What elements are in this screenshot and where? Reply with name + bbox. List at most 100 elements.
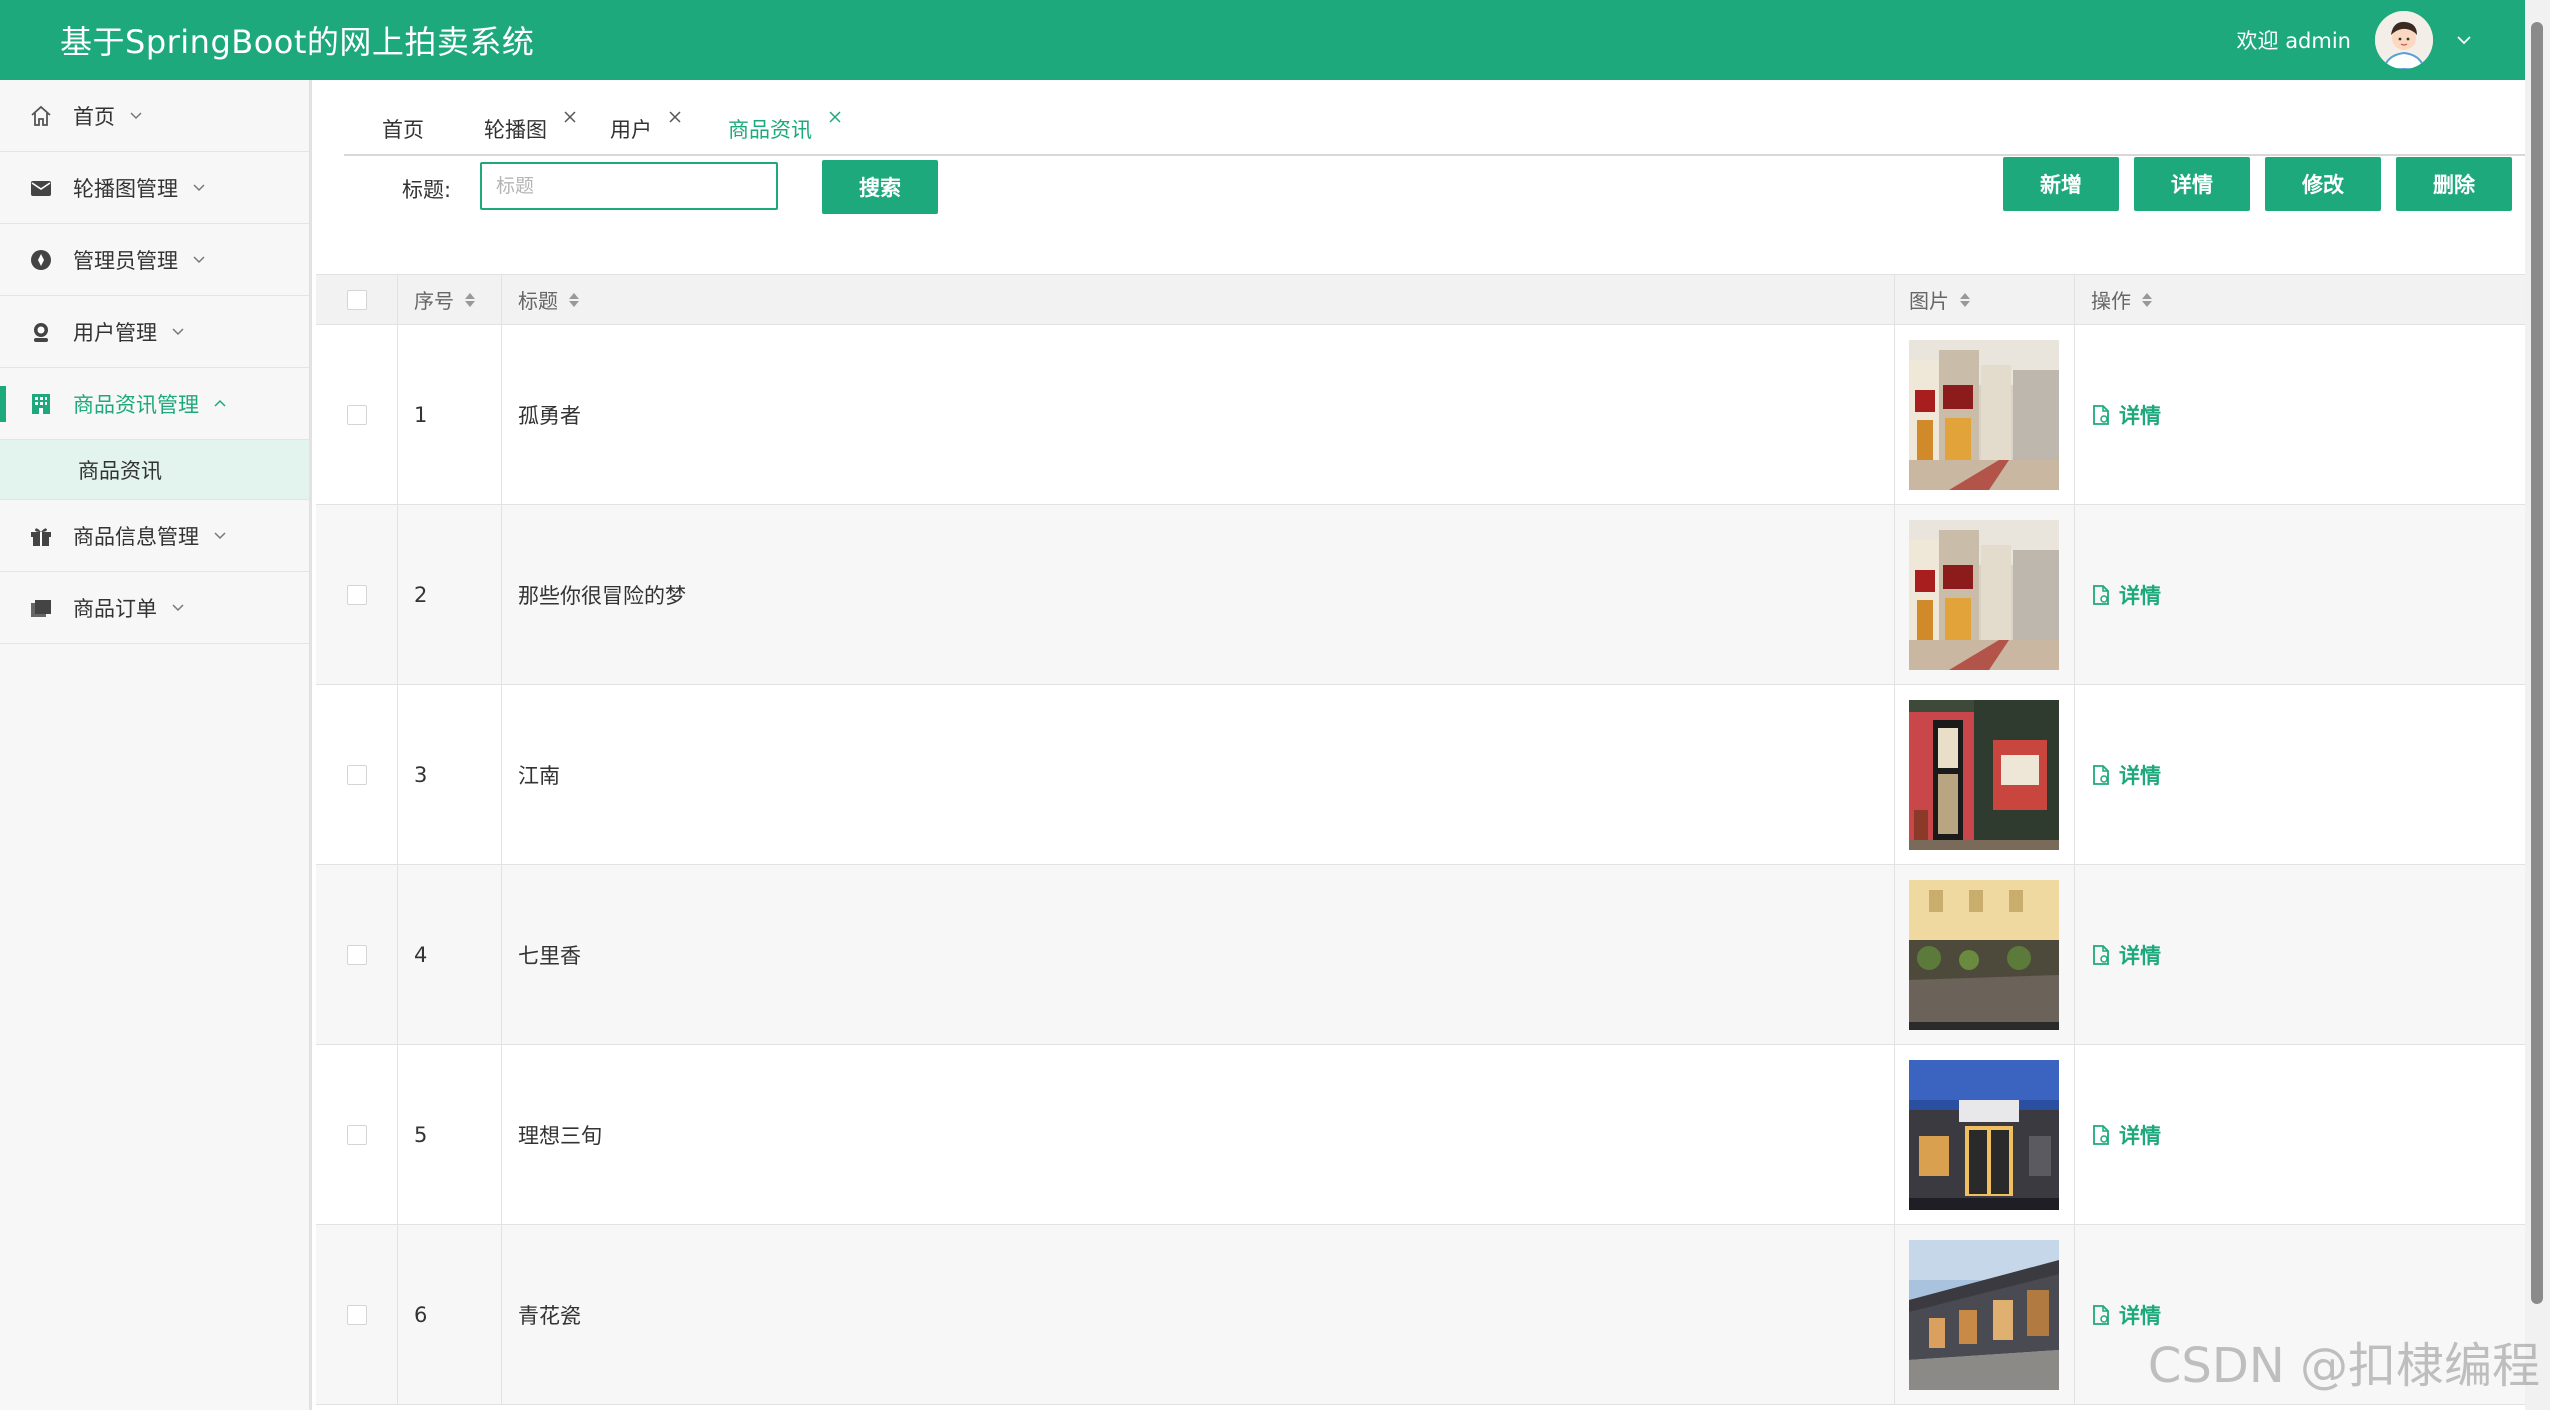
- user-area[interactable]: 欢迎 admin: [2237, 0, 2475, 80]
- envelope-icon: [28, 175, 54, 201]
- tab-users[interactable]: 用户: [610, 111, 684, 144]
- close-icon[interactable]: [666, 108, 684, 126]
- sidebar-item-label: 管理员管理: [73, 248, 178, 273]
- row-select-cell: [316, 865, 398, 1044]
- row-image-cell: [1895, 1045, 2075, 1224]
- sidebar-item-label: 商品订单: [73, 596, 157, 621]
- tab-home[interactable]: 首页: [382, 114, 424, 144]
- row-detail-link[interactable]: 详情: [2091, 400, 2161, 430]
- sidebar-item-carousel[interactable]: 轮播图管理: [0, 152, 309, 224]
- sidebar-item-products[interactable]: 商品信息管理: [0, 500, 309, 572]
- document-icon: [2093, 584, 2109, 605]
- row-checkbox[interactable]: [346, 404, 367, 425]
- chevron-down-icon: [213, 528, 229, 544]
- document-icon: [2093, 944, 2109, 965]
- chevron-down-icon: [192, 180, 208, 196]
- row-detail-link[interactable]: 详情: [2091, 580, 2161, 610]
- table-row[interactable]: 5 理想三旬 详情: [316, 1045, 2525, 1225]
- sidebar-item-label: 用户管理: [73, 320, 157, 345]
- table-row[interactable]: 4 七里香 详情: [316, 865, 2525, 1045]
- column-header-label: 序号: [414, 289, 454, 313]
- close-icon[interactable]: [561, 108, 579, 126]
- row-checkbox[interactable]: [346, 1124, 367, 1145]
- table-row[interactable]: 1 孤勇者 详情: [316, 325, 2525, 505]
- row-detail-link[interactable]: 详情: [2091, 1120, 2161, 1150]
- table-row[interactable]: 2 那些你很冒险的梦 详情: [316, 505, 2525, 685]
- tab-label: 用户: [610, 118, 652, 142]
- news-table: 序号 标题 图片 操作 1 孤勇者 详情 2 那些你很冒险的梦 详情 3 江南 …: [316, 274, 2525, 1405]
- add-button[interactable]: 新增: [2003, 157, 2119, 211]
- row-detail-label: 详情: [2119, 943, 2161, 968]
- chevron-down-icon: [192, 252, 208, 268]
- submenu-item-news[interactable]: 商品资讯: [0, 440, 309, 500]
- street-storefront-photo[interactable]: [1909, 519, 2059, 670]
- search-input[interactable]: [480, 162, 778, 210]
- tab-carousel[interactable]: 轮播图: [484, 111, 579, 144]
- table-row[interactable]: 3 江南 详情: [316, 685, 2525, 865]
- night-storefront-photo[interactable]: [1909, 1059, 2059, 1210]
- row-index: 6: [398, 1225, 502, 1404]
- main-content: 首页 轮播图 用户 商品资讯 标题: 搜索 新增 详情 修改 删除 序号 标题: [312, 80, 2525, 1410]
- table-header: 序号 标题 图片 操作: [316, 275, 2525, 325]
- sidebar-item-news[interactable]: 商品资讯管理: [0, 368, 309, 440]
- scrollbar-thumb[interactable]: [2531, 22, 2543, 1304]
- row-action-cell: 详情: [2075, 505, 2525, 684]
- tab-news[interactable]: 商品资讯: [728, 111, 844, 144]
- column-header-label: 标题: [518, 289, 558, 313]
- row-checkbox[interactable]: [346, 764, 367, 785]
- tab-label: 商品资讯: [728, 118, 812, 142]
- sidebar-item-users[interactable]: 用户管理: [0, 296, 309, 368]
- page-scrollbar[interactable]: [2525, 0, 2550, 1410]
- sort-icon[interactable]: [2141, 291, 2153, 309]
- row-checkbox[interactable]: [346, 944, 367, 965]
- column-header-index[interactable]: 序号: [398, 275, 502, 324]
- street-storefront-photo[interactable]: [1909, 339, 2059, 490]
- avatar[interactable]: [2375, 11, 2433, 69]
- gift-icon: [28, 523, 54, 549]
- sidebar-item-home[interactable]: 首页: [0, 80, 309, 152]
- row-detail-link[interactable]: 详情: [2091, 760, 2161, 790]
- column-header-image[interactable]: 图片: [1895, 275, 2075, 324]
- welcome-text: 欢迎 admin: [2236, 29, 2351, 53]
- column-header-action[interactable]: 操作: [2075, 275, 2525, 324]
- chevron-down-icon: [171, 324, 187, 340]
- row-image-cell: [1895, 325, 2075, 504]
- column-header-title[interactable]: 标题: [502, 275, 1895, 324]
- close-icon[interactable]: [826, 108, 844, 126]
- row-action-cell: 详情: [2075, 685, 2525, 864]
- cafe-street-photo[interactable]: [1909, 879, 2059, 1030]
- row-detail-label: 详情: [2119, 1123, 2161, 1148]
- row-image-cell: [1895, 1225, 2075, 1404]
- delete-button[interactable]: 删除: [2396, 157, 2512, 211]
- row-select-cell: [316, 1045, 398, 1224]
- row-checkbox[interactable]: [346, 1304, 367, 1325]
- sidebar-item-orders[interactable]: 商品订单: [0, 572, 309, 644]
- sort-icon[interactable]: [1959, 291, 1971, 309]
- sort-icon[interactable]: [568, 291, 580, 309]
- top-header: 基于SpringBoot的网上拍卖系统 欢迎 admin: [0, 0, 2525, 80]
- row-index: 1: [398, 325, 502, 504]
- document-icon: [2093, 404, 2109, 425]
- row-detail-link[interactable]: 详情: [2091, 940, 2161, 970]
- red-shopfront-photo[interactable]: [1909, 699, 2059, 850]
- row-detail-link[interactable]: 详情: [2091, 1300, 2161, 1330]
- modern-building-photo[interactable]: [1909, 1239, 2059, 1390]
- column-header-label: 操作: [2091, 289, 2131, 313]
- row-select-cell: [316, 1225, 398, 1404]
- row-detail-label: 详情: [2119, 763, 2161, 788]
- row-title: 江南: [502, 685, 1895, 864]
- edit-button[interactable]: 修改: [2265, 157, 2381, 211]
- row-checkbox[interactable]: [346, 584, 367, 605]
- row-image-cell: [1895, 865, 2075, 1044]
- select-all-checkbox[interactable]: [346, 289, 367, 310]
- watermark: CSDN @扣棣编程: [2147, 1338, 2540, 1394]
- sidebar-item-admin[interactable]: 管理员管理: [0, 224, 309, 296]
- search-button[interactable]: 搜索: [822, 160, 938, 214]
- row-image-cell: [1895, 505, 2075, 684]
- row-index: 4: [398, 865, 502, 1044]
- submenu-item-label: 商品资讯: [78, 458, 162, 483]
- row-title: 那些你很冒险的梦: [502, 505, 1895, 684]
- sort-icon[interactable]: [464, 291, 476, 309]
- chevron-down-icon[interactable]: [2453, 29, 2475, 51]
- detail-button[interactable]: 详情: [2134, 157, 2250, 211]
